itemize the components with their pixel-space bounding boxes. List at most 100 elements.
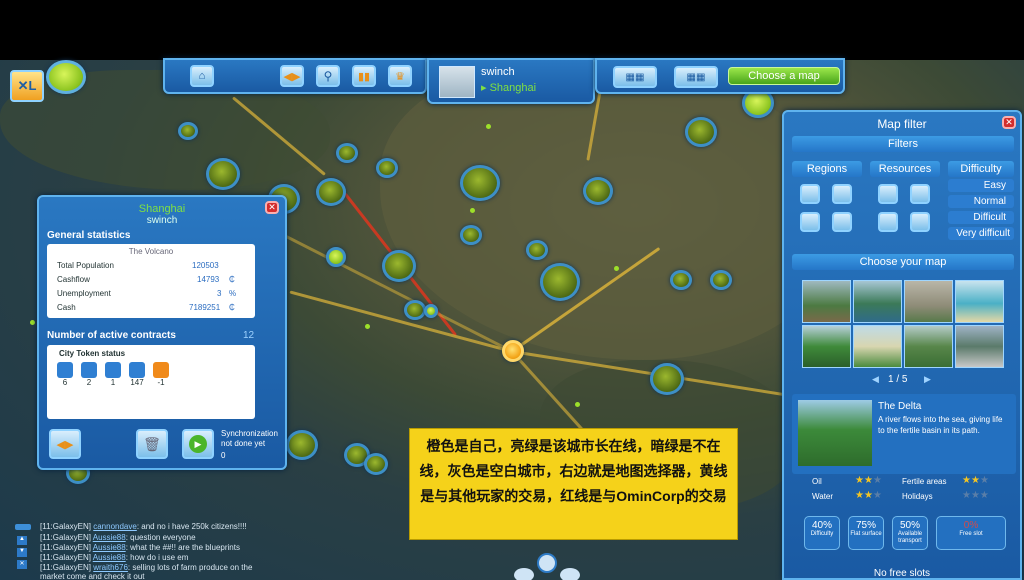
difficulty-normal[interactable]: Normal (948, 195, 1014, 208)
region-filter-button[interactable] (800, 184, 820, 204)
city-offline[interactable] (336, 143, 358, 163)
stat-row: Unemployment 3% (57, 289, 237, 298)
close-icon: ✕ (268, 202, 276, 212)
map-view-button-2[interactable]: ▦▦ (674, 66, 718, 88)
resource-filter-button[interactable] (910, 212, 930, 232)
resource-filter-button[interactable] (878, 212, 898, 232)
region-filter-button[interactable] (800, 212, 820, 232)
map-icon: ▦▦ (686, 71, 706, 83)
star-rating: ★★★ (855, 490, 882, 501)
sync-value: 0 (221, 451, 226, 460)
stat-row: Total Population 120503 (57, 261, 219, 270)
stats-button[interactable]: ▮▮ (352, 65, 376, 87)
token-item[interactable]: -1 (153, 362, 169, 387)
page-prev[interactable]: ◀ (872, 374, 879, 385)
close-button[interactable]: ✕ (265, 201, 279, 214)
map-thumbnail[interactable] (904, 280, 953, 323)
difficulty-easy[interactable]: Easy (948, 179, 1014, 192)
contracts-count: 12 (243, 330, 255, 341)
logo-icon: ✕L (17, 78, 37, 93)
city-online[interactable] (326, 247, 346, 267)
own-city-shanghai[interactable] (502, 340, 524, 362)
player-name: swinch (481, 66, 515, 78)
difficulty-header: Difficulty (948, 161, 1014, 177)
annotation-text: 橙色是自己，亮绿是该城市长在线，暗绿是不在线，灰色是空白城市，右边就是地图选择器… (419, 438, 728, 504)
search-button[interactable]: ⚲ (316, 65, 340, 87)
trade-arrows-button[interactable]: ◀▶ (49, 429, 81, 459)
selected-map-description: A river flows into the sea, giving life … (878, 415, 1003, 435)
city-offline[interactable] (460, 165, 500, 201)
map-details: The Delta A river flows into the sea, gi… (792, 394, 1016, 474)
trash-icon: 🗑 (143, 435, 161, 452)
map-view-button[interactable]: ▦▦ (613, 66, 657, 88)
scenario-name: The Volcano (128, 247, 174, 256)
chat-close-button[interactable]: ✕ (17, 560, 27, 569)
token-list: 6 2 1 147 -1 (57, 362, 169, 387)
nav-right-button[interactable] (560, 568, 580, 580)
city-offline[interactable] (404, 300, 426, 320)
map-thumbnail[interactable] (955, 325, 1004, 368)
city-hall-button[interactable]: ⌂ (190, 65, 214, 87)
chat-line: [11:GalaxyEN] Aussie88: what the ##!! ar… (40, 543, 240, 552)
token-item[interactable]: 2 (81, 362, 97, 387)
city-offline[interactable] (526, 240, 548, 260)
region-filter-button[interactable] (832, 212, 852, 232)
city-offline[interactable] (650, 363, 684, 395)
map-thumbnail[interactable] (853, 325, 902, 368)
avatar (439, 66, 475, 98)
city-dot (30, 320, 35, 325)
trade-button[interactable]: ◀▶ (280, 65, 304, 87)
city-offline[interactable] (710, 270, 732, 290)
map-thumbnail[interactable] (802, 325, 851, 368)
city-offline[interactable] (376, 158, 398, 178)
map-filter-panel: Map filter ✕ Filters Regions Resources D… (782, 110, 1022, 580)
region-filter-button[interactable] (832, 184, 852, 204)
difficulty-very-difficult[interactable]: Very difficult (948, 227, 1014, 240)
choose-map-button[interactable]: Choose a map (728, 67, 840, 85)
chat-toggle[interactable] (15, 524, 31, 530)
page-next[interactable]: ▶ (924, 374, 931, 385)
resource-filter-button[interactable] (878, 184, 898, 204)
token-box: City Token status 6 2 1 147 -1 (47, 345, 255, 419)
city-offline[interactable] (583, 177, 613, 205)
city-offline[interactable] (178, 122, 198, 140)
city-offline[interactable] (316, 178, 346, 206)
token-item[interactable]: 147 (129, 362, 145, 387)
star-rating: ★★★ (855, 475, 882, 486)
city-offline[interactable] (206, 158, 240, 190)
map-thumbnail[interactable] (802, 280, 851, 323)
delete-button[interactable]: 🗑 (136, 429, 168, 459)
nav-center-button[interactable] (537, 553, 557, 573)
token-item[interactable]: 6 (57, 362, 73, 387)
map-thumbnail[interactable] (904, 325, 953, 368)
map-thumbnail[interactable] (955, 280, 1004, 323)
difficulty-difficult[interactable]: Difficult (948, 211, 1014, 224)
filters-header[interactable]: Filters (792, 136, 1014, 152)
city-offline[interactable] (685, 117, 717, 147)
resource-filter-button[interactable] (910, 184, 930, 204)
city-offline[interactable] (382, 250, 416, 282)
chat-down-button[interactable]: ▼ (17, 548, 27, 557)
map-toolbar: ▦▦ ▦▦ Choose a map (595, 58, 845, 94)
chat-up-button[interactable]: ▲ (17, 536, 27, 545)
map-stat: 50% Available transport (892, 516, 928, 550)
nav-left-button[interactable] (514, 568, 534, 580)
city-offline[interactable] (460, 225, 482, 245)
city-online[interactable] (424, 304, 438, 318)
star-rating: ★★★ (962, 475, 989, 486)
city-offline[interactable] (286, 430, 318, 460)
token-label: City Token status (59, 349, 126, 358)
close-button[interactable]: ✕ (1002, 116, 1016, 129)
token-item[interactable]: 1 (105, 362, 121, 387)
stat-row: Cashflow 14793 ₵ (57, 275, 235, 284)
city-offline[interactable] (540, 263, 580, 301)
play-button[interactable]: ▶ (182, 429, 214, 459)
arrows-icon: ◀▶ (56, 438, 74, 451)
city-offline[interactable] (670, 270, 692, 290)
city-owner: swinch (146, 215, 178, 226)
trophy-button[interactable]: ♛ (388, 65, 412, 87)
game-logo-button[interactable]: ✕L (10, 70, 44, 102)
city-online[interactable] (46, 60, 86, 94)
city-offline[interactable] (364, 453, 388, 475)
map-thumbnail[interactable] (853, 280, 902, 323)
